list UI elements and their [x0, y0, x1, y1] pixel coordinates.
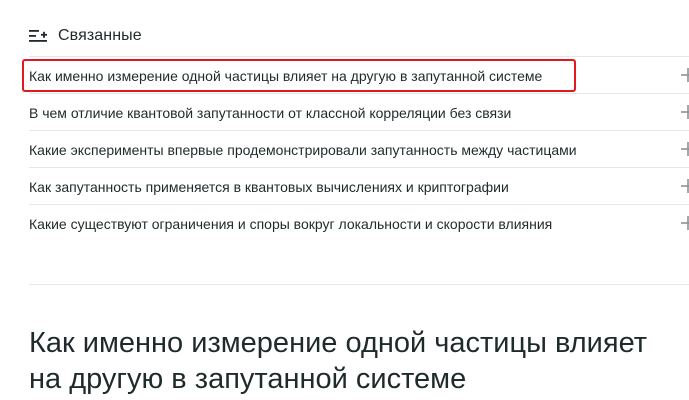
- plus-icon[interactable]: [681, 179, 689, 193]
- related-item-text: Какие эксперименты впервые продемонстрир…: [29, 142, 577, 158]
- related-item[interactable]: В чем отличие квантовой запутанности от …: [29, 93, 689, 130]
- related-item-text: Какие существуют ограничения и споры вок…: [29, 216, 553, 232]
- section-divider: [29, 284, 689, 285]
- plus-icon[interactable]: [681, 105, 689, 119]
- plus-icon[interactable]: [681, 68, 689, 82]
- answer-title: Как именно измерение одной частицы влияе…: [29, 327, 648, 395]
- related-item[interactable]: Какие эксперименты впервые продемонстрир…: [29, 130, 689, 167]
- related-list: Как именно измерение одной частицы влияе…: [29, 56, 689, 241]
- plus-icon[interactable]: [681, 142, 689, 156]
- plus-icon[interactable]: [681, 216, 689, 230]
- related-list-icon: [29, 30, 47, 42]
- related-item[interactable]: Какие существуют ограничения и споры вок…: [29, 204, 689, 241]
- related-item-text: Как именно измерение одной частицы влияе…: [29, 68, 543, 84]
- related-header: Связанные: [29, 26, 142, 46]
- related-title: Связанные: [58, 27, 142, 44]
- related-item-text: Как запутанность применяется в квантовых…: [29, 179, 509, 195]
- related-item[interactable]: Как запутанность применяется в квантовых…: [29, 167, 689, 204]
- related-item[interactable]: Как именно измерение одной частицы влияе…: [29, 56, 689, 93]
- related-item-text: В чем отличие квантовой запутанности от …: [29, 105, 512, 121]
- page: Связанные Как именно измерение одной час…: [0, 0, 689, 400]
